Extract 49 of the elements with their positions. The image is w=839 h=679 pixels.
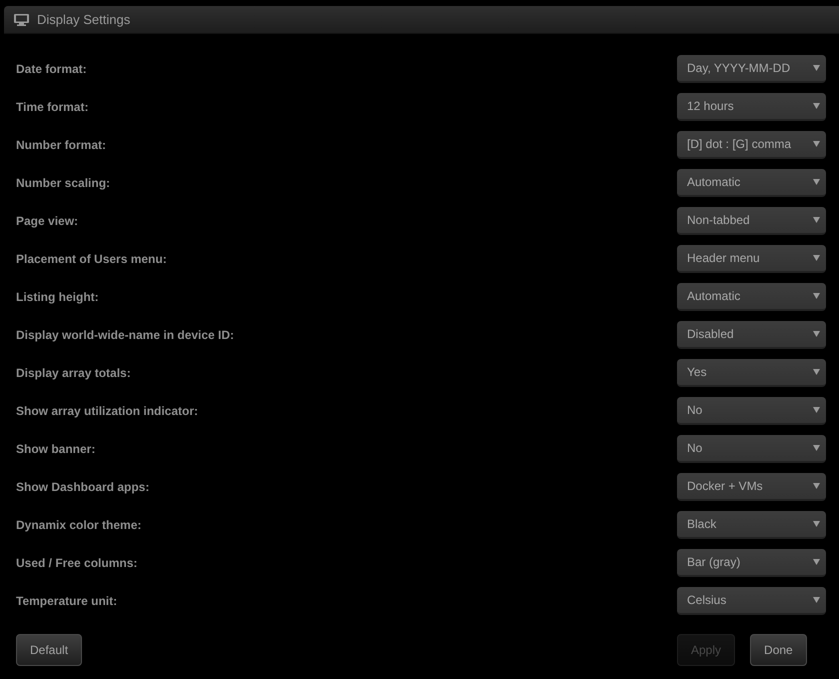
setting-dropdown[interactable]: Black [677,511,826,539]
caret-icon [813,179,820,185]
setting-dropdown[interactable]: Day, YYYY-MM-DD [677,55,826,83]
setting-label: Date format: [16,62,87,76]
setting-label: Placement of Users menu: [16,252,167,266]
setting-dropdown[interactable]: Automatic [677,169,826,197]
caret-icon [813,65,820,71]
caret-icon [813,293,820,299]
setting-dropdown[interactable]: Bar (gray) [677,549,826,577]
caret-icon [813,103,820,109]
caret-icon [813,217,820,223]
setting-dropdown[interactable]: [D] dot : [G] comma [677,131,826,159]
setting-label: Display world-wide-name in device ID: [16,328,234,342]
setting-dropdown[interactable]: Celsius [677,587,826,615]
setting-label: Used / Free columns: [16,556,138,570]
default-button[interactable]: Default [16,634,82,666]
setting-label: Show banner: [16,442,96,456]
setting-dropdown[interactable]: Non-tabbed [677,207,826,235]
caret-icon [813,141,820,147]
caret-icon [813,407,820,413]
panel-title: Display Settings [37,12,130,27]
caret-icon [813,597,820,603]
setting-label: Number scaling: [16,176,110,190]
setting-label: Temperature unit: [16,594,118,608]
caret-icon [813,559,820,565]
setting-dropdown[interactable]: 12 hours [677,93,826,121]
setting-label: Page view: [16,214,78,228]
setting-label: Number format: [16,138,106,152]
setting-dropdown[interactable]: Automatic [677,283,826,311]
caret-icon [813,521,820,527]
caret-icon [813,483,820,489]
setting-label: Show array utilization indicator: [16,404,198,418]
done-button[interactable]: Done [750,634,807,666]
setting-dropdown[interactable]: No [677,435,826,463]
setting-dropdown[interactable]: Disabled [677,321,826,349]
caret-icon [813,255,820,261]
monitor-icon [14,14,29,26]
caret-icon [813,369,820,375]
setting-label: Show Dashboard apps: [16,480,150,494]
caret-icon [813,331,820,337]
setting-dropdown[interactable]: No [677,397,826,425]
setting-label: Dynamix color theme: [16,518,142,532]
caret-icon [813,445,820,451]
setting-dropdown[interactable]: Header menu [677,245,826,273]
setting-label: Display array totals: [16,366,131,380]
setting-label: Time format: [16,100,88,114]
setting-dropdown[interactable]: Docker + VMs [677,473,826,501]
setting-dropdown[interactable]: Yes [677,359,826,387]
setting-label: Listing height: [16,290,99,304]
